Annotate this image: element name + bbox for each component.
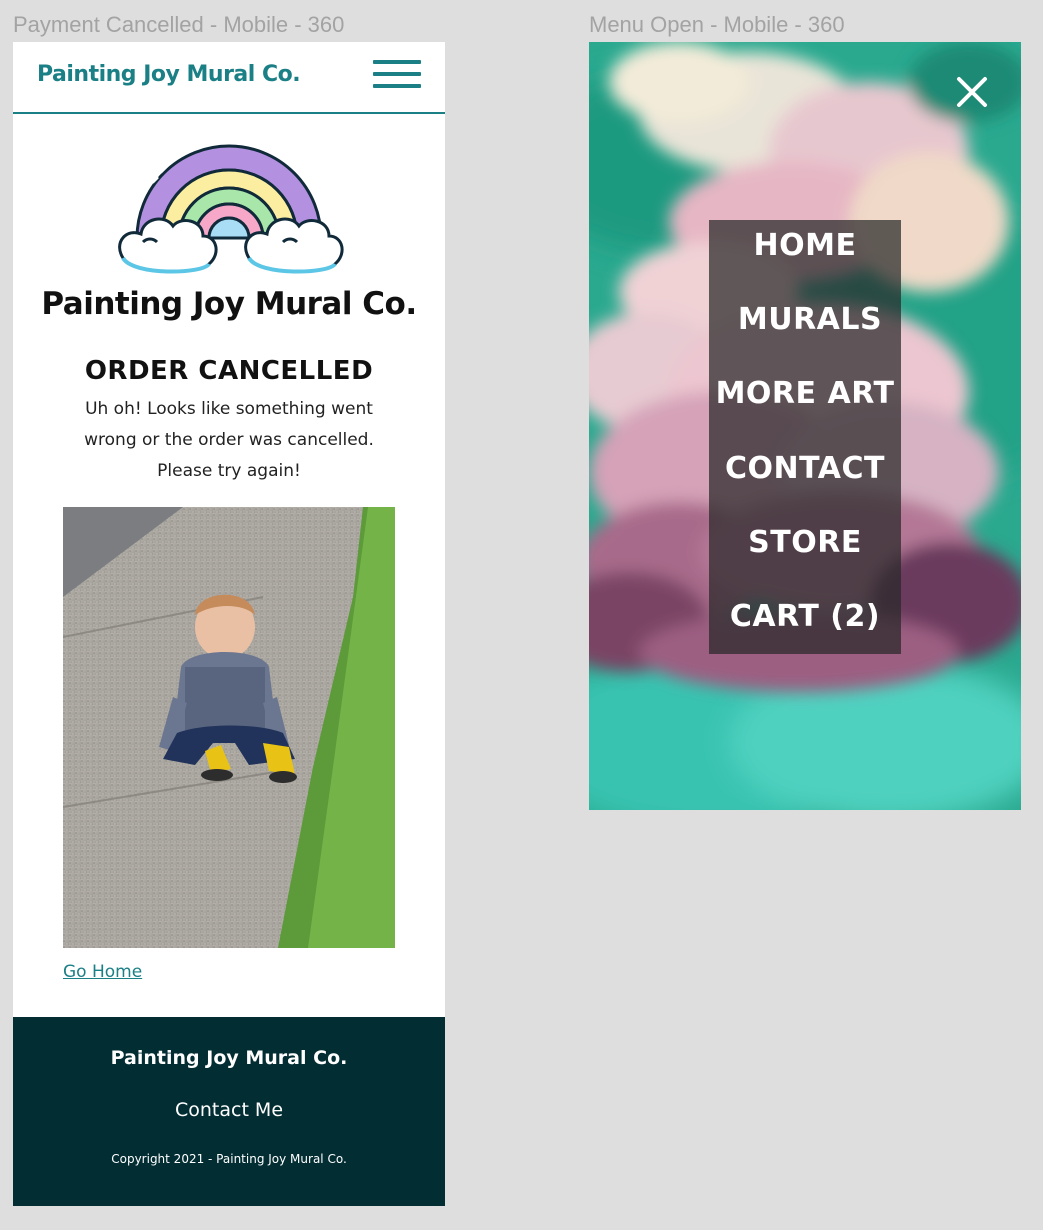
footer-contact-link[interactable]: Contact Me: [13, 1099, 445, 1121]
nav-item-store[interactable]: STORE: [709, 525, 901, 560]
footer-brand: Painting Joy Mural Co.: [110, 1047, 348, 1069]
nav-item-home[interactable]: HOME: [709, 228, 901, 263]
go-home-link[interactable]: Go Home: [63, 962, 142, 982]
rainbow-cloud-logo: [113, 142, 345, 278]
site-header: Painting Joy Mural Co.: [13, 42, 445, 114]
frame-label-payment-cancelled: Payment Cancelled - Mobile - 360: [13, 12, 345, 37]
order-cancelled-message: Uh oh! Looks like something went wrong o…: [84, 399, 374, 481]
menu-open-screen: HOME MURALS MORE ART CONTACT STORE CART …: [589, 42, 1021, 810]
footer-copyright: Copyright 2021 - Painting Joy Mural Co.: [111, 1152, 347, 1166]
nav-item-contact[interactable]: CONTACT: [709, 451, 901, 486]
nav-item-more-art[interactable]: MORE ART: [709, 376, 901, 411]
nav-menu-panel: HOME MURALS MORE ART CONTACT STORE CART …: [709, 220, 901, 654]
payment-cancelled-screen: Painting Joy Mural Co. Painting Joy Mura…: [13, 42, 445, 1206]
close-icon[interactable]: [955, 75, 989, 109]
child-sitting-on-sidewalk-photo: [63, 507, 395, 948]
order-cancelled-heading: ORDER CANCELLED: [84, 356, 374, 386]
nav-item-murals[interactable]: MURALS: [709, 302, 901, 337]
nav-item-cart[interactable]: CART (2): [709, 599, 901, 634]
header-brand-link[interactable]: Painting Joy Mural Co.: [37, 62, 301, 87]
frame-label-menu-open: Menu Open - Mobile - 360: [589, 12, 845, 37]
site-footer: Painting Joy Mural Co. Contact Me Copyri…: [13, 1017, 445, 1206]
page-hero-title: Painting Joy Mural Co.: [41, 286, 417, 322]
hamburger-icon[interactable]: [373, 60, 421, 88]
